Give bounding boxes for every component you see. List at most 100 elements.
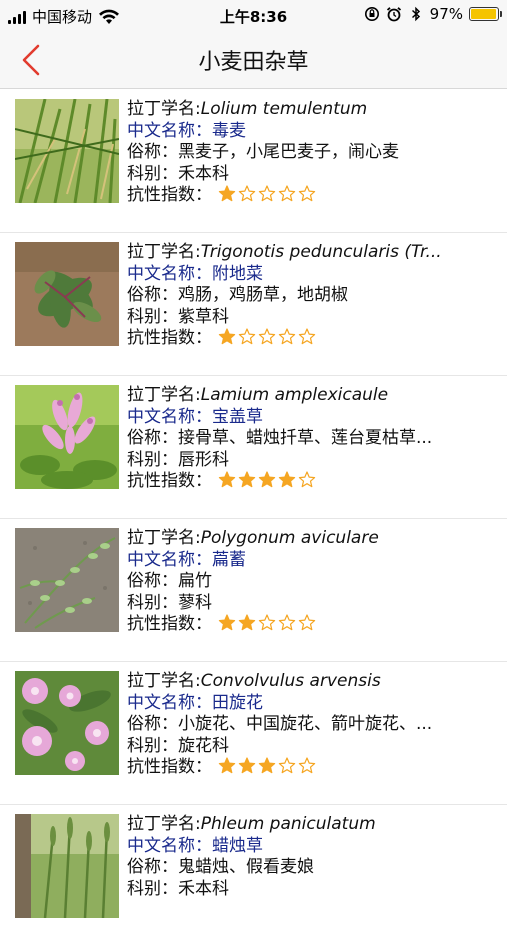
weed-info: 拉丁学名:Trigonotis peduncularis (Tr... 中文名称…: [127, 242, 499, 350]
latin-name: Convolvulus arvensis: [200, 671, 381, 691]
weed-thumbnail: [15, 814, 119, 918]
resistance-row: 抗性指数：: [127, 185, 499, 207]
latin-name: Trigonotis peduncularis (Tr...: [200, 242, 442, 262]
star-filled-icon: [218, 614, 236, 631]
common-label: 俗称：: [127, 142, 178, 162]
star-rating: [218, 328, 316, 345]
family-label: 科别：: [127, 306, 178, 327]
chinese-name: 毒麦: [212, 120, 246, 141]
latin-label: 拉丁学名:: [127, 99, 201, 119]
family-label: 科别：: [127, 449, 178, 470]
battery-fill: [471, 9, 497, 19]
resistance-row: 抗性指数：: [127, 328, 499, 350]
alarm-icon: [386, 7, 401, 22]
resistance-label: 抗性指数：: [127, 471, 212, 491]
list-item[interactable]: 拉丁学名:Phleum paniculatum 中文名称：蜡烛草 俗称：鬼蜡烛、…: [0, 804, 507, 947]
latin-label: 拉丁学名:: [127, 528, 201, 548]
common-name: 黑麦子，小尾巴麦子，闹心麦: [178, 142, 399, 162]
star-rating: [218, 614, 316, 631]
list-item[interactable]: 拉丁学名:Convolvulus arvensis 中文名称：田旋花 俗称：小旋…: [0, 661, 507, 805]
common-name-row: 俗称：黑麦子，小尾巴麦子，闹心麦: [127, 142, 499, 164]
common-name-row: 俗称：鬼蜡烛、假看麦娘: [127, 857, 499, 879]
common-name: 扁竹: [178, 571, 212, 591]
family-name: 禾本科: [178, 163, 229, 184]
star-rating: [218, 185, 316, 202]
star-empty-icon: [278, 328, 296, 345]
resistance-label: 抗性指数：: [127, 185, 212, 205]
resistance-label: 抗性指数：: [127, 757, 212, 777]
common-label: 俗称：: [127, 714, 178, 734]
page-title: 小麦田杂草: [198, 50, 309, 75]
chinese-name: 田旋花: [212, 692, 263, 713]
common-name: 接骨草、蜡烛扦草、莲台夏枯草...: [178, 428, 433, 448]
star-empty-icon: [298, 185, 316, 202]
chinese-label: 中文名称：: [127, 835, 212, 856]
star-filled-icon: [238, 757, 256, 774]
star-filled-icon: [238, 614, 256, 631]
family-name: 禾本科: [178, 878, 229, 899]
star-filled-icon: [258, 757, 276, 774]
family-name: 旋花科: [178, 735, 229, 756]
chinese-name-row: 中文名称：附地菜: [127, 264, 499, 286]
star-rating: [218, 757, 316, 774]
list-item[interactable]: 拉丁学名:Polygonum aviculare 中文名称：萹蓄 俗称：扁竹 科…: [0, 518, 507, 662]
chinese-name-row: 中文名称：毒麦: [127, 121, 499, 143]
star-empty-icon: [258, 328, 276, 345]
resistance-row: 抗性指数：: [127, 471, 499, 493]
common-name-row: 俗称：扁竹: [127, 571, 499, 593]
star-filled-icon: [218, 185, 236, 202]
star-empty-icon: [238, 185, 256, 202]
chinese-name-row: 中文名称：萹蓄: [127, 550, 499, 572]
star-filled-icon: [278, 471, 296, 488]
family-row: 科别：唇形科: [127, 450, 499, 472]
family-name: 蓼科: [178, 592, 212, 613]
list-item[interactable]: 拉丁学名:Lolium temulentum 中文名称：毒麦 俗称：黑麦子，小尾…: [0, 89, 507, 233]
weed-thumbnail: [15, 242, 119, 346]
family-label: 科别：: [127, 735, 178, 756]
family-name: 唇形科: [178, 449, 229, 470]
family-row: 科别：蓼科: [127, 593, 499, 615]
latin-name-row: 拉丁学名:Phleum paniculatum: [127, 814, 499, 836]
latin-name-row: 拉丁学名:Convolvulus arvensis: [127, 671, 499, 693]
latin-name-row: 拉丁学名:Lolium temulentum: [127, 99, 499, 121]
family-label: 科别：: [127, 592, 178, 613]
family-row: 科别：禾本科: [127, 164, 499, 186]
star-filled-icon: [238, 471, 256, 488]
weed-thumbnail: [15, 99, 119, 203]
list-item[interactable]: 拉丁学名:Trigonotis peduncularis (Tr... 中文名称…: [0, 232, 507, 376]
family-row: 科别：禾本科: [127, 879, 499, 901]
family-row: 科别：紫草科: [127, 307, 499, 329]
family-label: 科别：: [127, 163, 178, 184]
battery-percent: 97%: [429, 5, 463, 23]
weed-thumbnail: [15, 385, 119, 489]
list-item[interactable]: 拉丁学名:Lamium amplexicaule 中文名称：宝盖草 俗称：接骨草…: [0, 375, 507, 519]
resistance-row: 抗性指数：: [127, 757, 499, 779]
latin-name: Lamium amplexicaule: [200, 385, 389, 405]
weed-thumbnail: [15, 528, 119, 632]
chinese-label: 中文名称：: [127, 263, 212, 284]
common-label: 俗称：: [127, 571, 178, 591]
common-label: 俗称：: [127, 285, 178, 305]
latin-name: Lolium temulentum: [200, 99, 368, 119]
latin-name: Polygonum aviculare: [200, 528, 379, 548]
common-name-row: 俗称：鸡肠，鸡肠草，地胡椒: [127, 285, 499, 307]
star-empty-icon: [258, 185, 276, 202]
star-filled-icon: [218, 757, 236, 774]
latin-label: 拉丁学名:: [127, 671, 201, 691]
star-filled-icon: [218, 471, 236, 488]
latin-label: 拉丁学名:: [127, 242, 201, 262]
common-name: 鬼蜡烛、假看麦娘: [178, 857, 314, 877]
status-bar: 中国移动 上午8:36 97%: [0, 0, 507, 30]
common-name-row: 俗称：接骨草、蜡烛扦草、莲台夏枯草...: [127, 428, 499, 450]
chinese-label: 中文名称：: [127, 692, 212, 713]
star-filled-icon: [258, 471, 276, 488]
common-name: 鸡肠，鸡肠草，地胡椒: [178, 285, 348, 305]
weed-info: 拉丁学名:Phleum paniculatum 中文名称：蜡烛草 俗称：鬼蜡烛、…: [127, 814, 499, 900]
weed-thumbnail: [15, 671, 119, 775]
star-rating: [218, 471, 316, 488]
resistance-label: 抗性指数：: [127, 614, 212, 634]
status-right: 97%: [364, 5, 502, 23]
chinese-label: 中文名称：: [127, 549, 212, 570]
chinese-label: 中文名称：: [127, 406, 212, 427]
common-label: 俗称：: [127, 428, 178, 448]
